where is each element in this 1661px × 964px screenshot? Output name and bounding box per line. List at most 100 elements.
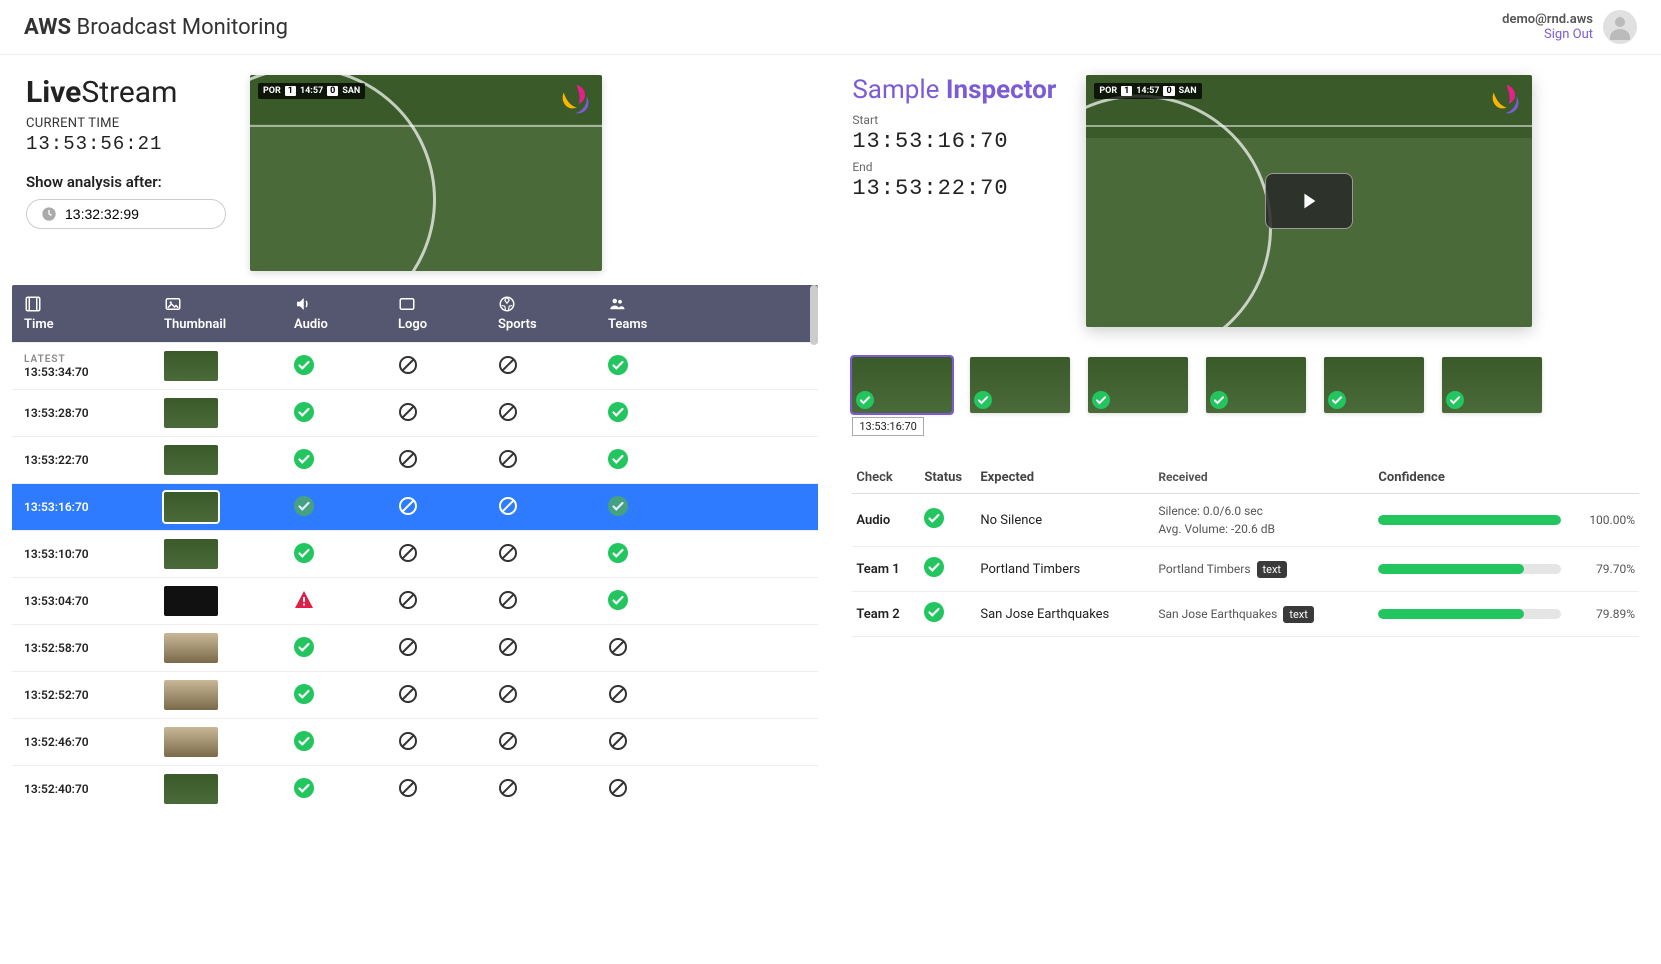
cell-audio [294,449,398,472]
cell-sports [498,684,608,707]
row-time: 13:53:22:70 [24,453,89,467]
check-received: Silence: 0.0/6.0 secAvg. Volume: -20.6 d… [1158,504,1378,536]
cell-audio [294,637,398,660]
not-analyzed-icon [608,684,628,704]
scrollbar[interactable] [810,285,818,345]
strip-thumbnail[interactable] [1442,357,1542,413]
strip-thumbnail[interactable] [1206,357,1306,413]
user-area: demo@rnd.aws Sign Out [1502,10,1637,44]
person-icon [1607,14,1633,40]
check-icon [608,355,628,375]
not-analyzed-icon [398,543,418,563]
row-thumbnail[interactable] [164,586,218,616]
not-analyzed-icon [608,731,628,751]
row-thumbnail[interactable] [164,445,218,475]
strip-item[interactable]: 13:53:16:70 [852,357,952,436]
brand-bold: AWS [24,15,71,40]
row-thumbnail[interactable] [164,539,218,569]
table-body[interactable]: LATEST13:53:34:70 13:53:28:70 13:53:22:7… [12,342,818,812]
cell-teams [608,543,688,566]
latest-badge: LATEST [24,354,164,365]
check-icon [924,557,944,577]
table-row[interactable]: 13:52:52:70 [12,671,818,718]
play-button[interactable] [1265,173,1353,229]
strip-item[interactable] [1206,357,1306,436]
check-name: Audio [856,513,924,528]
strip-thumbnail[interactable] [970,357,1070,413]
film-icon [24,295,42,313]
not-analyzed-icon [498,449,518,469]
confidence-pct: 100.00% [1575,513,1635,527]
avatar[interactable] [1603,10,1637,44]
check-icon [608,590,628,610]
table-row[interactable]: 13:53:28:70 [12,389,818,436]
row-time: 13:53:16:70 [24,500,89,514]
analysis-table: Time Thumbnail Audio Logo Sports Teams L… [12,285,818,812]
brand: AWS Broadcast Monitoring [24,15,288,40]
current-time-label: CURRENT TIME [26,116,226,131]
not-analyzed-icon [498,731,518,751]
cell-teams [608,590,688,613]
row-thumbnail[interactable] [164,398,218,428]
not-analyzed-icon [498,496,518,516]
row-thumbnail[interactable] [164,680,218,710]
not-analyzed-icon [498,543,518,563]
check-icon [294,543,314,563]
not-analyzed-icon [398,590,418,610]
row-time: 13:52:40:70 [24,782,89,796]
cell-sports [498,778,608,801]
cell-audio [294,684,398,707]
analysis-time-input-wrap[interactable] [26,199,226,229]
row-time: 13:52:58:70 [24,641,89,655]
check-icon [608,402,628,422]
row-thumbnail[interactable] [164,727,218,757]
cell-sports [498,449,608,472]
sign-out-link[interactable]: Sign Out [1544,27,1593,42]
warning-icon [294,590,314,610]
strip-item[interactable] [1088,357,1188,436]
check-name: Team 1 [856,562,924,577]
table-row[interactable]: LATEST13:53:34:70 [12,342,818,389]
table-row[interactable]: 13:52:40:70 [12,765,818,812]
cell-logo [398,449,498,472]
row-thumbnail[interactable] [164,633,218,663]
row-thumbnail[interactable] [164,492,218,522]
strip-thumbnail[interactable] [852,357,952,413]
cell-teams [608,496,688,519]
row-thumbnail[interactable] [164,774,218,804]
received-value: Silence: 0.0/6.0 sec [1158,504,1263,518]
analysis-time-input[interactable] [65,206,205,222]
check-icon [608,543,628,563]
table-row[interactable]: 13:53:04:70 [12,577,818,624]
table-row[interactable]: 13:52:58:70 [12,624,818,671]
scorebug: POR1 14:57 0SAN [1094,83,1201,99]
row-time: 13:53:34:70 [24,365,89,379]
inspector-preview[interactable]: POR1 14:57 0SAN [1086,75,1532,327]
cell-teams [608,402,688,425]
start-time: 13:53:16:70 [852,129,1056,154]
live-preview[interactable]: POR1 14:57 0SAN [250,75,602,271]
table-row[interactable]: 13:52:46:70 [12,718,818,765]
table-row[interactable]: 13:53:16:70 [12,483,818,530]
not-analyzed-icon [498,590,518,610]
strip-thumbnail[interactable] [1324,357,1424,413]
current-time: 13:53:56:21 [26,133,226,155]
not-analyzed-icon [498,684,518,704]
analysis-after-label: Show analysis after: [26,173,226,191]
table-row[interactable]: 13:53:10:70 [12,530,818,577]
check-icon [294,684,314,704]
received-value: San Jose Earthquakes [1158,607,1277,621]
check-icon [294,637,314,657]
table-row[interactable]: 13:53:22:70 [12,436,818,483]
cell-sports [498,590,608,613]
strip-item[interactable] [1324,357,1424,436]
strip-thumbnail[interactable] [1088,357,1188,413]
livestream-title: LiveStream [26,75,226,110]
start-label: Start [852,113,1056,127]
check-icon [924,508,944,528]
check-icon [1446,391,1464,409]
strip-item[interactable] [1442,357,1542,436]
strip-item[interactable] [970,357,1070,436]
check-icon [608,449,628,469]
row-thumbnail[interactable] [164,351,218,381]
